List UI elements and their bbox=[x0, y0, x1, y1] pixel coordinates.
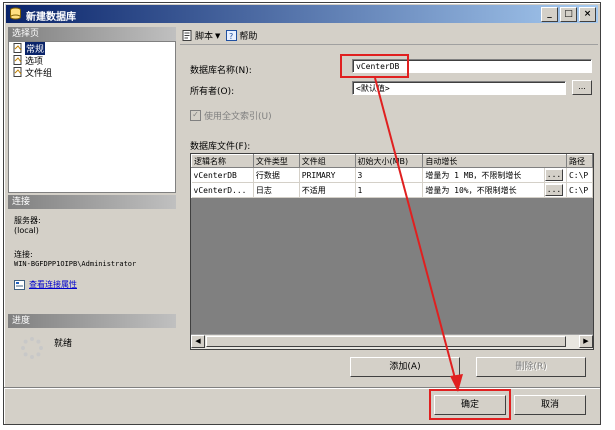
owner-input[interactable]: <默认值> bbox=[352, 81, 566, 95]
path-cell[interactable]: C:\P bbox=[566, 182, 593, 198]
db-files-table: 逻辑名称 文件类型 文件组 初始大小(MB) 自动增长 路径 vCenterDB… bbox=[191, 154, 593, 198]
connection-label: 连接: bbox=[14, 250, 33, 259]
autogrowth-edit-button[interactable]: ... bbox=[545, 169, 564, 181]
script-label: 脚本 bbox=[195, 32, 214, 42]
close-button[interactable]: × bbox=[579, 7, 596, 22]
column-header[interactable]: 文件类型 bbox=[252, 154, 300, 168]
add-button[interactable]: 添加(A) bbox=[350, 357, 460, 377]
autogrowth-edit-cell: ... bbox=[544, 167, 567, 183]
select-page-header: 选择页 bbox=[8, 27, 176, 41]
initial-size-cell[interactable]: 3 bbox=[355, 167, 424, 183]
column-header[interactable]: 自动增长 bbox=[422, 154, 567, 168]
scroll-right-icon[interactable]: ▶ bbox=[579, 335, 593, 348]
select-page-list: 常规 选项 文件组 bbox=[8, 41, 176, 193]
database-icon bbox=[10, 7, 21, 20]
minimize-button[interactable]: _ bbox=[541, 7, 558, 22]
dropdown-arrow-icon: ▼ bbox=[215, 31, 221, 40]
view-connection-properties[interactable]: 查看连接属性 bbox=[14, 279, 77, 290]
logical-name-cell[interactable]: vCenterD... bbox=[191, 182, 254, 198]
table-row[interactable]: vCenterDB 行数据 PRIMARY 3 增量为 1 MB，不限制增长 .… bbox=[191, 167, 593, 183]
autogrowth-cell: 增量为 10%，不限制增长 bbox=[422, 182, 546, 198]
page-item-options[interactable]: 选项 bbox=[9, 54, 175, 67]
column-header[interactable]: 文件组 bbox=[298, 154, 356, 168]
fulltext-checkbox-row[interactable]: ✓ 使用全文索引(U) bbox=[190, 109, 272, 122]
scroll-thumb[interactable] bbox=[206, 336, 566, 347]
cancel-button[interactable]: 取消 bbox=[514, 395, 586, 415]
maximize-button[interactable]: □ bbox=[560, 7, 577, 22]
initial-size-cell[interactable]: 1 bbox=[355, 182, 424, 198]
page-icon bbox=[13, 55, 22, 65]
right-pane: 脚本 ▼ ? 帮助 数据库名称(N): vCenterDB 所有者(O): <默… bbox=[180, 27, 598, 384]
column-header[interactable]: 路径 bbox=[565, 154, 593, 168]
fulltext-label: 使用全文索引(U) bbox=[204, 112, 272, 122]
file-type-cell[interactable]: 日志 bbox=[253, 182, 300, 198]
scroll-left-icon[interactable]: ◀ bbox=[191, 335, 205, 348]
script-icon bbox=[182, 30, 192, 41]
help-icon: ? bbox=[226, 30, 238, 41]
db-name-highlight bbox=[340, 54, 409, 78]
file-type-cell[interactable]: 行数据 bbox=[253, 167, 300, 183]
progress-panel: 就绪 bbox=[8, 328, 176, 384]
page-item-general[interactable]: 常规 bbox=[9, 41, 175, 55]
logical-name-cell[interactable]: vCenterDB bbox=[191, 167, 254, 183]
help-label: 帮助 bbox=[239, 32, 258, 42]
column-header[interactable]: 逻辑名称 bbox=[191, 154, 254, 168]
spinner-icon bbox=[21, 337, 43, 359]
db-name-label: 数据库名称(N): bbox=[190, 66, 252, 76]
page-icon bbox=[13, 67, 22, 77]
properties-icon bbox=[14, 279, 25, 290]
remove-button[interactable]: 删除(R) bbox=[476, 357, 586, 377]
connection-panel: 服务器: (local) 连接: WIN-BGFDPP1OIPB\Adminis… bbox=[8, 209, 176, 313]
ok-highlight bbox=[429, 389, 511, 420]
svg-text:?: ? bbox=[229, 32, 233, 41]
progress-header: 进度 bbox=[8, 314, 176, 328]
toolbar: 脚本 ▼ ? 帮助 bbox=[180, 27, 598, 45]
owner-browse-button[interactable]: ... bbox=[572, 80, 592, 95]
page-icon bbox=[13, 43, 22, 53]
table-row[interactable]: vCenterD... 日志 不适用 1 增量为 10%，不限制增长 ... C… bbox=[191, 182, 593, 198]
connection-header: 连接 bbox=[8, 195, 176, 209]
table-header-row: 逻辑名称 文件类型 文件组 初始大小(MB) 自动增长 路径 bbox=[191, 154, 593, 168]
path-cell[interactable]: C:\P bbox=[566, 167, 593, 183]
view-connection-properties-link[interactable]: 查看连接属性 bbox=[29, 279, 77, 290]
new-database-dialog: 新建数据库 _ □ × 选择页 常规 选项 文件组 连接 服务器: (local… bbox=[3, 2, 601, 425]
server-label: 服务器: bbox=[14, 216, 41, 225]
column-header[interactable]: 初始大小(MB) bbox=[354, 154, 424, 168]
owner-label: 所有者(O): bbox=[190, 87, 235, 97]
page-item-filegroups[interactable]: 文件组 bbox=[9, 66, 175, 79]
autogrowth-edit-button[interactable]: ... bbox=[545, 184, 564, 196]
page-item-label: 文件组 bbox=[25, 68, 53, 79]
db-files-grid: 逻辑名称 文件类型 文件组 初始大小(MB) 自动增长 路径 vCenterDB… bbox=[190, 153, 594, 350]
help-button[interactable]: ? 帮助 bbox=[226, 29, 257, 42]
window-title: 新建数据库 bbox=[26, 12, 76, 23]
script-button[interactable]: 脚本 ▼ bbox=[182, 29, 220, 42]
db-files-label: 数据库文件(F): bbox=[190, 142, 251, 152]
title-bar: 新建数据库 _ □ × bbox=[6, 5, 598, 23]
connection-value: WIN-BGFDPP1OIPB\Administrator bbox=[14, 260, 137, 268]
autogrowth-edit-cell: ... bbox=[544, 182, 567, 198]
autogrowth-cell: 增量为 1 MB，不限制增长 bbox=[422, 167, 546, 183]
fulltext-checkbox[interactable]: ✓ bbox=[190, 110, 201, 121]
filegroup-cell[interactable]: 不适用 bbox=[299, 182, 356, 198]
server-value: (local) bbox=[14, 226, 39, 235]
left-pane: 选择页 常规 选项 文件组 连接 服务器: (local) 连接: WIN-BG… bbox=[8, 27, 176, 384]
progress-status: 就绪 bbox=[54, 339, 73, 349]
filegroup-cell[interactable]: PRIMARY bbox=[299, 167, 356, 183]
horizontal-scrollbar[interactable]: ◀ ▶ bbox=[191, 334, 593, 349]
